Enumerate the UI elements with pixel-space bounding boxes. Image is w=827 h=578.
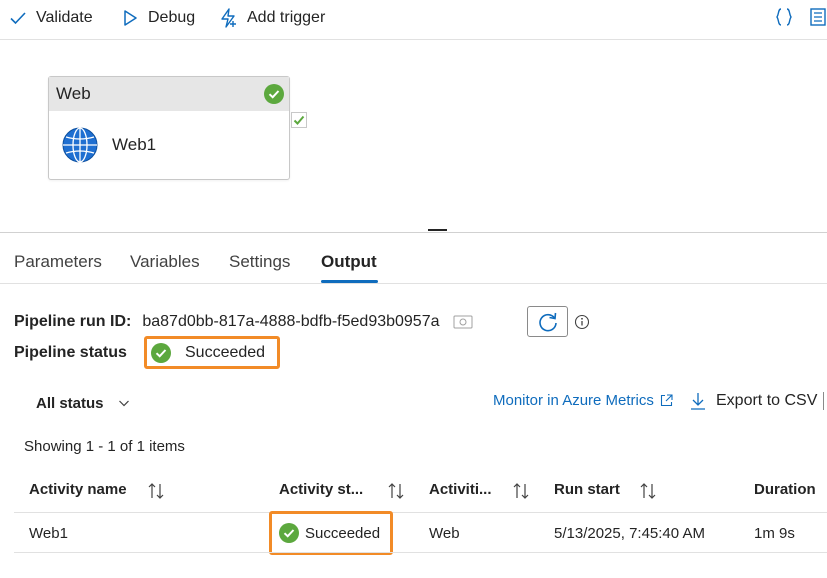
- refresh-button[interactable]: [527, 306, 568, 337]
- bottom-panel-tabs: Parameters Variables Settings Output: [0, 240, 827, 284]
- activity-type-cell: Web: [429, 525, 460, 542]
- lightning-icon: [219, 8, 239, 28]
- sort-icon[interactable]: [386, 481, 406, 501]
- status-filter-label: All status: [36, 394, 104, 412]
- copy-icon[interactable]: [452, 314, 474, 330]
- external-link-icon: [660, 394, 673, 407]
- pipeline-status-badge: Succeeded: [144, 336, 280, 369]
- export-to-csv-button[interactable]: Export to CSV: [690, 390, 817, 412]
- duration-cell: 1m 9s: [754, 525, 795, 542]
- pipeline-toolbar: Validate Debug Add trigger: [0, 0, 827, 40]
- validate-label: Validate: [36, 9, 93, 26]
- column-header-activity-type[interactable]: Activiti...: [429, 481, 492, 498]
- pipeline-status-value: Succeeded: [185, 343, 266, 361]
- panel-divider: [0, 232, 827, 233]
- refresh-icon: [538, 312, 557, 331]
- sort-icon[interactable]: [511, 481, 531, 501]
- activity-body: Web1: [49, 111, 289, 179]
- properties-button[interactable]: [807, 6, 827, 28]
- download-icon: [691, 393, 705, 410]
- web-activity-node[interactable]: Web Web1: [48, 76, 290, 180]
- monitor-link-label: Monitor in Azure Metrics: [493, 392, 654, 409]
- pipeline-canvas[interactable]: Web Web1: [0, 40, 827, 232]
- run-id-label: Pipeline run ID:: [14, 313, 132, 330]
- activity-type-label: Web: [56, 84, 91, 103]
- panel-resize-handle[interactable]: [428, 229, 447, 231]
- play-icon: [120, 8, 140, 28]
- table-row-divider: [14, 552, 827, 553]
- add-trigger-button[interactable]: Add trigger: [219, 5, 325, 31]
- braces-icon: [776, 8, 792, 26]
- column-header-duration[interactable]: Duration: [754, 481, 816, 498]
- tab-output[interactable]: Output: [321, 252, 377, 272]
- success-check-icon: [151, 342, 171, 363]
- column-header-activity-name[interactable]: Activity name: [29, 481, 127, 498]
- properties-icon: [810, 8, 826, 26]
- on-success-connector[interactable]: [291, 112, 307, 128]
- pipeline-status-row: Pipeline status: [14, 341, 127, 365]
- pipeline-run-id-row: Pipeline run ID: ba87d0bb-817a-4888-bdfb…: [14, 307, 474, 337]
- status-filter-dropdown[interactable]: All status: [36, 393, 130, 413]
- active-tab-indicator: [321, 280, 378, 283]
- items-count-text: Showing 1 - 1 of 1 items: [24, 438, 185, 455]
- activity-name: Web1: [112, 135, 157, 154]
- add-trigger-label: Add trigger: [247, 9, 326, 26]
- column-header-run-start[interactable]: Run start: [554, 481, 620, 498]
- pipeline-status-label: Pipeline status: [14, 344, 127, 361]
- activity-status-cell: Succeeded: [269, 511, 393, 555]
- activity-header: Web: [49, 77, 289, 111]
- toolbar-separator: [823, 392, 824, 410]
- validate-button[interactable]: Validate: [8, 5, 93, 31]
- run-id-value: ba87d0bb-817a-4888-bdfb-f5ed93b0957a: [142, 313, 440, 330]
- check-icon: [293, 115, 305, 125]
- table-header-divider: [14, 512, 827, 513]
- tab-settings[interactable]: Settings: [229, 252, 290, 272]
- activity-status-value: Succeeded: [305, 524, 381, 542]
- code-view-button[interactable]: [773, 6, 795, 28]
- debug-button[interactable]: Debug: [120, 5, 195, 31]
- sort-icon[interactable]: [638, 481, 658, 501]
- checkmark-icon: [8, 8, 28, 28]
- success-check-icon: [264, 84, 284, 104]
- globe-icon: [62, 127, 98, 163]
- tab-variables[interactable]: Variables: [130, 252, 200, 272]
- run-start-cell: 5/13/2025, 7:45:40 AM: [554, 525, 705, 542]
- tab-parameters[interactable]: Parameters: [14, 252, 102, 272]
- success-check-icon: [279, 523, 299, 543]
- column-header-activity-status[interactable]: Activity st...: [279, 481, 363, 498]
- debug-label: Debug: [148, 9, 196, 26]
- chevron-down-icon: [118, 400, 129, 407]
- info-icon[interactable]: [574, 314, 590, 330]
- monitor-azure-metrics-link[interactable]: Monitor in Azure Metrics: [493, 392, 673, 409]
- export-label: Export to CSV: [716, 392, 818, 409]
- sort-icon[interactable]: [146, 481, 166, 501]
- activity-name-cell: Web1: [29, 525, 68, 542]
